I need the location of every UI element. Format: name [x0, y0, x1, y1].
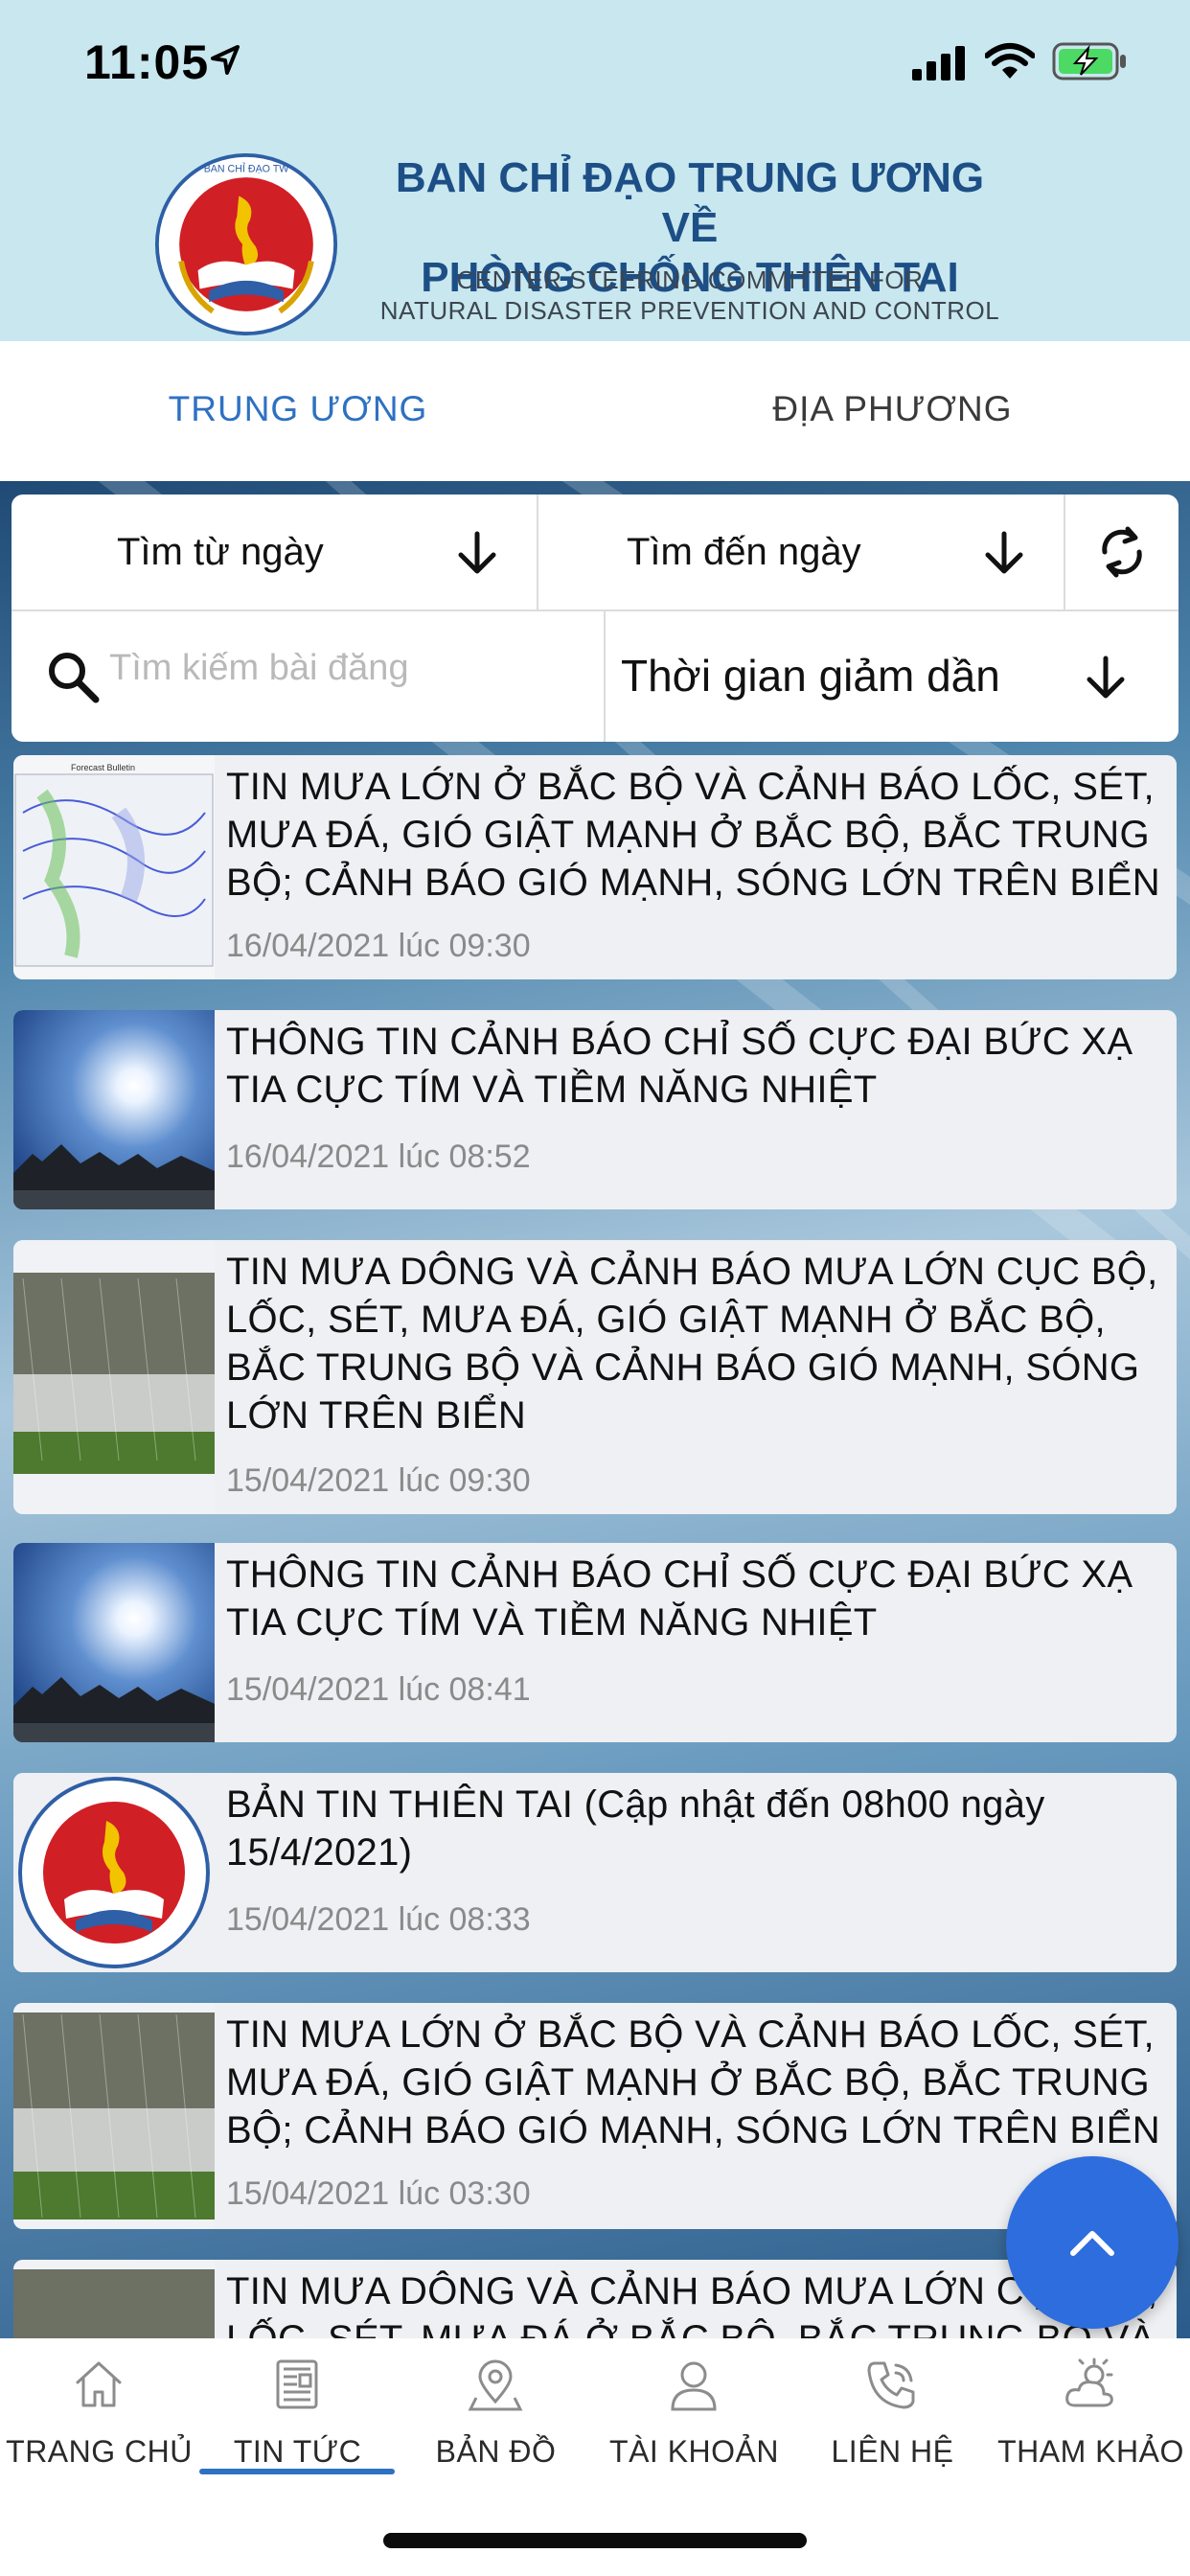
phone-icon [867, 2361, 915, 2409]
refresh-icon [1102, 526, 1142, 578]
news-thumbnail-hail [13, 2003, 215, 2229]
status-bar: 11:05 [0, 0, 1190, 125]
news-title: TIN MƯA LỚN Ở BẮC BỘ VÀ CẢNH BÁO LỐC, SÉ… [226, 2013, 1160, 2151]
app-header: 11:05 BAN CHỈ ĐẠO TW BAN CHỈ ĐẠO TRUNG Ư… [0, 0, 1190, 341]
location-arrow-icon [211, 45, 240, 75]
svg-text:Forecast Bulletin: Forecast Bulletin [71, 763, 135, 772]
org-branding: BAN CHỈ ĐẠO TW BAN CHỈ ĐẠO TRUNG ƯƠNG VỀ… [0, 144, 1190, 336]
news-title: THÔNG TIN CẢNH BÁO CHỈ SỐ CỰC ĐẠI BỨC XẠ… [226, 1021, 1133, 1111]
nav-item-home[interactable]: TRANG CHỦ [0, 2338, 198, 2511]
nav-label: THAM KHẢO [997, 2434, 1184, 2469]
scroll-to-top-button[interactable] [1006, 2156, 1179, 2329]
news-item[interactable]: TIN MƯA DÔNG VÀ CẢNH BÁO MƯA LỚN CỤC BỘ,… [13, 1240, 1177, 1514]
news-title: TIN MƯA DÔNG VÀ CẢNH BÁO MƯA LỚN CỤC BỘ,… [226, 1251, 1158, 1437]
chevron-up-icon [1070, 2231, 1114, 2256]
org-title-line1: BAN CHỈ ĐẠO TRUNG ƯƠNG VỀ [395, 154, 985, 251]
nav-label: LIÊN HỆ [831, 2434, 954, 2469]
nav-item-contact[interactable]: LIÊN HỆ [793, 2338, 992, 2511]
nav-item-account[interactable]: TÀI KHOẢN [595, 2338, 793, 2511]
battery-charging-icon [1052, 42, 1126, 80]
sort-order-select[interactable]: Thời gian giảm dần [606, 611, 1179, 742]
news-title: TIN MƯA LỚN Ở BẮC BỘ VÀ CẢNH BÁO LỐC, SÉ… [226, 766, 1160, 904]
news-title: THÔNG TIN CẢNH BÁO CHỈ SỐ CỰC ĐẠI BỨC XẠ… [226, 1553, 1133, 1644]
org-subtitle: CENTER STEERING COMMITTEE FOR NATURAL DI… [374, 264, 1006, 326]
arrow-down-icon [1087, 656, 1125, 699]
news-thumbnail-sun [13, 1543, 215, 1742]
news-thumbnail-logo [13, 1773, 215, 1972]
news-date: 15/04/2021 lúc 08:33 [226, 1901, 531, 1938]
arrow-down-icon [458, 531, 496, 574]
news-item[interactable]: BẢN TIN THIÊN TAI (Cập nhật đến 08h00 ng… [13, 1773, 1177, 1972]
news-date: 15/04/2021 lúc 09:30 [226, 1462, 531, 1499]
from-date-picker[interactable]: Tìm từ ngày [11, 494, 537, 610]
org-logo: BAN CHỈ ĐẠO TW [154, 152, 338, 336]
search-icon [49, 653, 100, 703]
map-pin-icon [468, 2359, 523, 2411]
sort-order-label: Thời gian giảm dần [621, 651, 1000, 701]
news-item[interactable]: TIN MƯA DÔNG VÀ CẢNH BÁO MƯA LỚN CỤC BỘ,… [13, 2260, 1177, 2338]
home-indicator[interactable] [383, 2533, 807, 2548]
nav-label: BẢN ĐỒ [435, 2434, 557, 2469]
news-thumbnail-hail [13, 1240, 215, 1514]
filter-panel: Tìm từ ngày Tìm đến ngày Tìm kiếm bài đă… [11, 494, 1179, 742]
news-icon [276, 2359, 318, 2409]
active-tab-indicator [199, 2469, 395, 2474]
news-thumbnail-sun [13, 1010, 215, 1209]
news-title: BẢN TIN THIÊN TAI (Cập nhật đến 08h00 ng… [226, 1783, 1045, 1874]
org-subtitle-line1: CENTER STEERING COMMITTEE FOR [456, 265, 924, 294]
nav-item-map[interactable]: BẢN ĐỒ [397, 2338, 595, 2511]
refresh-button[interactable] [1065, 494, 1179, 610]
nav-item-reference[interactable]: THAM KHẢO [992, 2338, 1190, 2511]
nav-item-news[interactable]: TIN TỨC [198, 2338, 397, 2511]
news-item[interactable]: Forecast Bulletin TIN MƯA LỚN Ở BẮC BỘ V… [13, 755, 1177, 979]
news-thumbnail-hail [13, 2260, 215, 2338]
home-icon [76, 2361, 122, 2407]
to-date-label: Tìm đến ngày [627, 531, 861, 573]
news-date: 15/04/2021 lúc 08:41 [226, 1671, 531, 1708]
tab-central[interactable]: TRUNG ƯƠNG [0, 389, 596, 429]
search-input[interactable] [109, 648, 588, 689]
tab-local[interactable]: ĐỊA PHƯƠNG [595, 389, 1190, 429]
to-date-picker[interactable]: Tìm đến ngày [538, 494, 1064, 610]
weather-icon [1065, 2358, 1113, 2407]
news-thumbnail-weather-map: Forecast Bulletin [13, 755, 215, 979]
news-date: 16/04/2021 lúc 09:30 [226, 928, 531, 964]
news-item[interactable]: THÔNG TIN CẢNH BÁO CHỈ SỐ CỰC ĐẠI BỨC XẠ… [13, 1543, 1177, 1742]
news-date: 16/04/2021 lúc 08:52 [226, 1138, 531, 1175]
user-icon [671, 2361, 717, 2411]
from-date-label: Tìm từ ngày [117, 531, 324, 573]
region-tabs: TRUNG ƯƠNG ĐỊA PHƯƠNG [0, 341, 1190, 481]
news-item[interactable]: THÔNG TIN CẢNH BÁO CHỈ SỐ CỰC ĐẠI BỨC XẠ… [13, 1010, 1177, 1209]
wifi-icon [985, 43, 1035, 79]
nav-label: TRANG CHỦ [6, 2434, 193, 2469]
nav-label: TÀI KHOẢN [609, 2434, 779, 2469]
news-content-area[interactable]: Tìm từ ngày Tìm đến ngày Tìm kiếm bài đă… [0, 481, 1190, 2338]
svg-text:BAN CHỈ ĐẠO TW: BAN CHỈ ĐẠO TW [204, 162, 290, 174]
org-subtitle-line2: NATURAL DISASTER PREVENTION AND CONTROL [379, 296, 1000, 325]
news-item[interactable]: TIN MƯA LỚN Ở BẮC BỘ VÀ CẢNH BÁO LỐC, SÉ… [13, 2003, 1177, 2229]
news-date: 15/04/2021 lúc 03:30 [226, 2175, 531, 2212]
search-box [11, 611, 604, 742]
status-time: 11:05 [84, 35, 210, 89]
signal-icon [912, 46, 965, 80]
nav-label: TIN TỨC [233, 2434, 362, 2469]
arrow-down-icon [985, 531, 1023, 574]
